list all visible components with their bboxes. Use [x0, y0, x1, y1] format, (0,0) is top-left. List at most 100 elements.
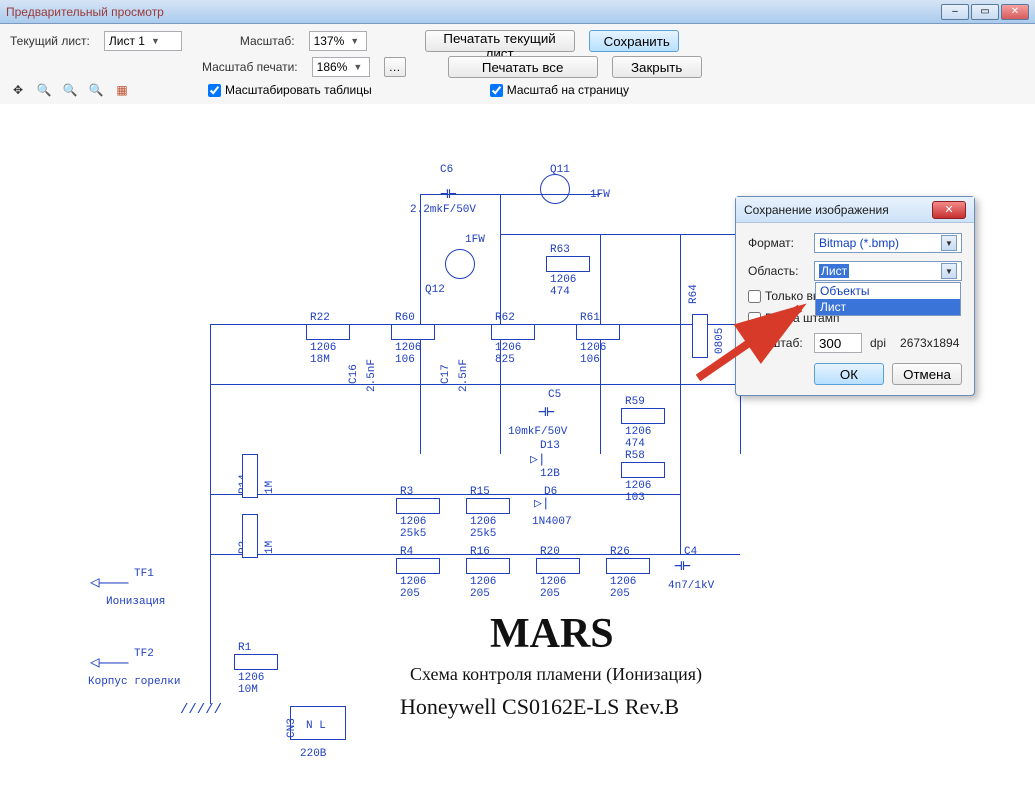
fit-page-checkbox[interactable]: Масштаб на страницу: [490, 83, 629, 97]
ok-button[interactable]: ОК: [814, 363, 884, 385]
r1-pkg: 1206: [238, 672, 264, 684]
r60-pkg: 1206: [395, 342, 421, 354]
c4-ref: C4: [684, 546, 697, 558]
only-selected-input[interactable]: [748, 290, 761, 303]
toolbar: Текущий лист: Лист 1 ▼ Масштаб: 137% ▼ П…: [0, 24, 1035, 105]
c5-ref: C5: [548, 389, 561, 401]
r2-val: 1M: [264, 541, 276, 554]
r22-val: 18M: [310, 354, 330, 366]
area-dropdown-list: Объекты Лист: [815, 282, 961, 316]
r4-pkg: 1206: [400, 576, 426, 588]
r61-ref: R61: [580, 312, 600, 324]
cn3-nl: N L: [306, 720, 326, 732]
r3-ref: R3: [400, 486, 413, 498]
r14-val: 1M: [264, 481, 276, 494]
d13-val: 12B: [540, 468, 560, 480]
chevron-down-icon: ▼: [353, 62, 362, 72]
print-all-button[interactable]: Печатать все: [448, 56, 598, 78]
r16-ref: R16: [470, 546, 490, 558]
q12-ref: Q12: [425, 284, 445, 296]
scale-value: 137%: [314, 34, 345, 48]
chevron-down-icon: ▼: [941, 235, 957, 251]
c4-val: 4n7/1kV: [668, 580, 714, 592]
chevron-down-icon: ▼: [941, 263, 957, 279]
c6-val: 2.2mkF/50V: [410, 204, 476, 216]
r62-ref: R62: [495, 312, 515, 324]
r16-val: 205: [470, 588, 490, 600]
format-label: Формат:: [748, 236, 806, 250]
r1-ref: R1: [238, 642, 251, 654]
r61-pkg: 1206: [580, 342, 606, 354]
area-option-sheet[interactable]: Лист: [816, 299, 960, 315]
current-sheet-value: Лист 1: [109, 34, 145, 48]
area-label: Область:: [748, 264, 806, 278]
q12-val: 1FW: [465, 234, 485, 246]
r63-ref: R63: [550, 244, 570, 256]
scale-combo[interactable]: 137% ▼: [309, 31, 367, 51]
c16-val: 2.5nF: [366, 359, 378, 392]
pan-icon[interactable]: ✥: [10, 82, 26, 98]
save-button[interactable]: Сохранить: [589, 30, 679, 52]
dpi-scale-label: Масштаб:: [748, 336, 806, 350]
r62-val: 825: [495, 354, 515, 366]
zoom-in-icon[interactable]: 🔍: [62, 82, 78, 98]
current-sheet-combo[interactable]: Лист 1 ▼: [104, 31, 182, 51]
dialog-title-text: Сохранение изображения: [744, 203, 889, 217]
r3-pkg: 1206: [400, 516, 426, 528]
tf2-label: TF2: [134, 648, 154, 660]
close-button[interactable]: ✕: [1001, 4, 1029, 20]
r60-val: 106: [395, 354, 415, 366]
r59-ref: R59: [625, 396, 645, 408]
r4-val: 205: [400, 588, 420, 600]
fit-page-input[interactable]: [490, 84, 503, 97]
minimize-button[interactable]: –: [941, 4, 969, 20]
r58-ref: R58: [625, 450, 645, 462]
dpi-input[interactable]: [814, 333, 862, 353]
dialog-titlebar: Сохранение изображения ✕: [736, 197, 974, 223]
zoom-out-icon[interactable]: 🔍: [88, 82, 104, 98]
maximize-button[interactable]: ▭: [971, 4, 999, 20]
r63-val: 474: [550, 286, 570, 298]
r15-pkg: 1206: [470, 516, 496, 528]
r20-val: 205: [540, 588, 560, 600]
r62-pkg: 1206: [495, 342, 521, 354]
r20-ref: R20: [540, 546, 560, 558]
scale-label: Масштаб:: [240, 34, 295, 48]
scale-tables-label: Масштабировать таблицы: [225, 83, 372, 97]
zoom-region-icon[interactable]: 🔍: [36, 82, 52, 98]
r22-pkg: 1206: [310, 342, 336, 354]
print-scale-combo[interactable]: 186% ▼: [312, 57, 370, 77]
print-current-button[interactable]: Печатать текущий лист: [425, 30, 575, 52]
tf1-label: TF1: [134, 568, 154, 580]
window-title: Предварительный просмотр: [6, 5, 164, 19]
area-value: Лист: [819, 264, 849, 278]
d6-val: 1N4007: [532, 516, 572, 528]
window-titlebar: Предварительный просмотр – ▭ ✕: [0, 0, 1035, 24]
r59-val: 474: [625, 438, 645, 450]
r64-ref: R64: [688, 284, 700, 304]
r20-pkg: 1206: [540, 576, 566, 588]
print-scale-value: 186%: [317, 60, 348, 74]
r16-pkg: 1206: [470, 576, 496, 588]
palette-icon[interactable]: ▦: [114, 82, 130, 98]
r63-pkg: 1206: [550, 274, 576, 286]
frame-stamp-input[interactable]: [748, 312, 761, 325]
schematic-title-main: MARS: [490, 610, 614, 658]
dialog-close-button[interactable]: ✕: [932, 201, 966, 219]
format-combo[interactable]: Bitmap (*.bmp) ▼: [814, 233, 962, 253]
scale-tables-input[interactable]: [208, 84, 221, 97]
close-preview-button[interactable]: Закрыть: [612, 56, 702, 78]
r4-ref: R4: [400, 546, 413, 558]
c17-ref: C17: [440, 364, 452, 384]
cancel-button[interactable]: Отмена: [892, 363, 962, 385]
scale-tables-checkbox[interactable]: Масштабировать таблицы: [208, 83, 372, 97]
r22-ref: R22: [310, 312, 330, 324]
print-scale-more-button[interactable]: …: [384, 57, 406, 77]
r15-val: 25k5: [470, 528, 496, 540]
area-option-objects[interactable]: Объекты: [816, 283, 960, 299]
c5-val: 10mkF/50V: [508, 426, 567, 438]
dimensions-text: 2673x1894: [900, 336, 959, 350]
c16-ref: C16: [348, 364, 360, 384]
dpi-suffix: dpi: [870, 336, 886, 350]
area-combo[interactable]: Лист ▼ Объекты Лист: [814, 261, 962, 281]
